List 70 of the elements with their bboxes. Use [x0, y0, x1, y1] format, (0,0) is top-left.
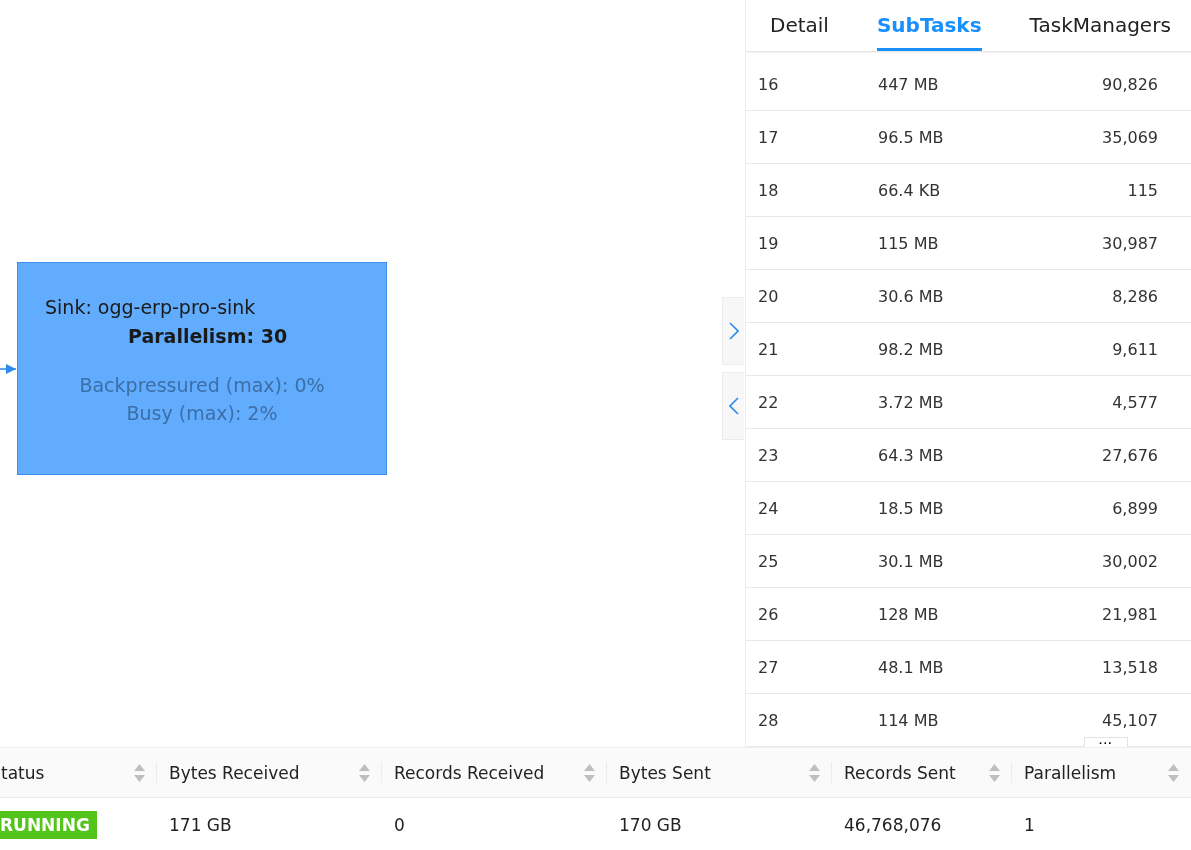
table-cell-text: 21,981 — [1101, 604, 1158, 624]
node-metric: Busy (max): 2% — [126, 401, 278, 426]
table-cell-text: 20 — [757, 286, 780, 306]
table-cell-text: 115 — [1126, 180, 1158, 200]
table-cell-text: 30.6 MB — [878, 286, 945, 306]
table-cell-text: 30,987 — [1101, 233, 1158, 253]
sort-icon — [1168, 762, 1179, 783]
tab[interactable]: TaskManagers — [1029, 0, 1171, 51]
column-header[interactable]: Bytes Sent — [607, 748, 832, 797]
table-cell-text: 17 — [757, 127, 780, 147]
table-cell-text: 170 GB — [618, 815, 683, 835]
table-cell-text: 128 MB — [878, 604, 940, 624]
sort-icon — [359, 762, 370, 783]
table-cell-text: 30,002 — [1101, 551, 1158, 571]
table-cell-text: 30.1 MB — [878, 551, 945, 571]
resize-handle[interactable]: ··· — [1084, 737, 1128, 747]
table-cell-text: 18 — [757, 180, 780, 200]
column-header[interactable]: Bytes Received — [157, 748, 382, 797]
table-cell-text: 21 — [757, 339, 780, 359]
expand-button[interactable] — [722, 297, 744, 365]
table-cell-text: 8,286 — [1111, 286, 1158, 306]
table-cell-text: 66.4 KB — [878, 180, 942, 200]
table-cell-text: 25 — [757, 551, 780, 571]
table-cell-text: 98.2 MB — [878, 339, 945, 359]
node-metric: Backpressured (max): 0% — [79, 373, 325, 398]
column-header[interactable]: tatus — [0, 748, 157, 797]
table-cell-text: 19 — [757, 233, 780, 253]
table-cell-text: 16 — [757, 74, 780, 94]
table-cell-text: 90,826 — [1101, 74, 1158, 94]
chevron-left-icon — [728, 397, 739, 415]
table-cell-text: 24 — [757, 498, 780, 518]
table-cell-text: 114 MB — [878, 710, 940, 730]
table-cell-text: 115 MB — [878, 233, 940, 253]
table-cell-text: 45,107 — [1101, 710, 1158, 730]
column-header[interactable]: Records Sent — [832, 748, 1012, 797]
table-cell-text: 9,611 — [1111, 339, 1158, 359]
node-parallelism: Parallelism: 30 — [128, 325, 288, 347]
table-cell-text: 4,577 — [1111, 392, 1158, 412]
table-cell-text: 26 — [757, 604, 780, 624]
sort-icon — [584, 762, 595, 783]
table-cell-text: 6,899 — [1111, 498, 1158, 518]
table-cell-text: 27,676 — [1101, 445, 1158, 465]
edge-arrow — [0, 364, 16, 374]
node-title: Sink: ogg-erp-pro-sink — [45, 296, 256, 318]
column-header[interactable]: Parallelism — [1012, 748, 1191, 797]
table-cell-text: 35,069 — [1101, 127, 1158, 147]
table-cell-text: 28 — [757, 710, 780, 730]
table-cell-text: 171 GB — [168, 815, 233, 835]
table-cell-text: 3.72 MB — [878, 392, 945, 412]
table-cell-text: 0 — [393, 815, 406, 835]
table-cell-text: 96.5 MB — [878, 127, 945, 147]
tab[interactable]: Detail — [770, 0, 829, 51]
table-cell-text: 46,768,076 — [843, 815, 943, 835]
table-cell-text: 64.3 MB — [878, 445, 945, 465]
table-cell-text: 48.1 MB — [878, 657, 945, 677]
sort-icon — [809, 762, 820, 783]
collapse-button[interactable] — [722, 372, 744, 440]
table-cell-text: 22 — [757, 392, 780, 412]
table-cell-text: 27 — [757, 657, 780, 677]
graph-node[interactable]: Sink: ogg-erp-pro-sink Parallelism: 30 Backpressured (max): 0% Busy (max): 2% — [17, 262, 387, 475]
sort-icon — [134, 762, 145, 783]
status-badge: RUNNING — [0, 811, 97, 839]
column-header[interactable]: Records Received — [382, 748, 607, 797]
sort-icon — [989, 762, 1000, 783]
chevron-right-icon — [728, 322, 739, 340]
table-cell-text: 447 MB — [878, 74, 940, 94]
table-cell-text: 1 — [1023, 815, 1036, 835]
table-cell-text: 23 — [757, 445, 780, 465]
table-cell-text: 18.5 MB — [878, 498, 945, 518]
table-cell-text: 13,518 — [1101, 657, 1158, 677]
